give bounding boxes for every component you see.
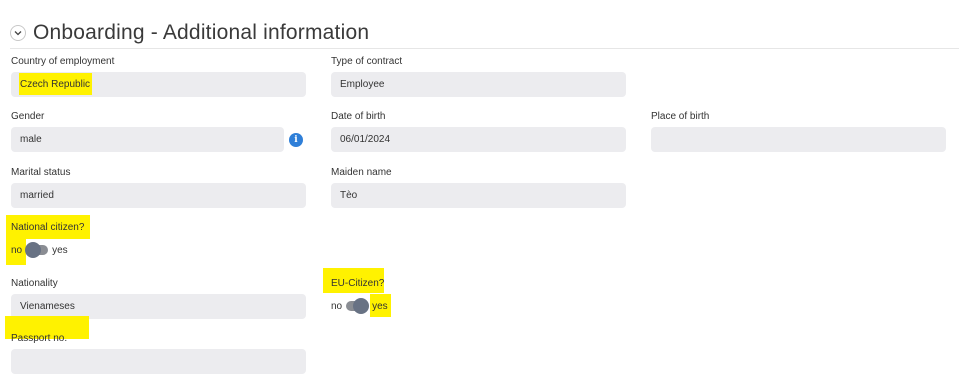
eu-on-label: yes — [372, 300, 388, 312]
section-header[interactable]: Onboarding - Additional information — [10, 18, 369, 48]
pob-field[interactable] — [651, 127, 946, 152]
eu-off-label: no — [331, 300, 343, 312]
national-switch[interactable] — [25, 242, 49, 258]
contract-label: Type of contract — [331, 56, 403, 67]
eu-label: EU-Citizen? — [331, 278, 385, 289]
maiden-label: Maiden name — [331, 167, 392, 178]
passport-label: Passport no. — [11, 333, 68, 344]
section-title: Onboarding - Additional information — [33, 21, 370, 44]
eu-toggle[interactable]: no yes — [331, 298, 388, 314]
passport-field[interactable] — [11, 349, 306, 374]
dob-field[interactable]: 06/01/2024 — [331, 127, 626, 152]
national-toggle[interactable]: no yes — [11, 242, 68, 258]
contract-field[interactable]: Employee — [331, 72, 626, 97]
country-field[interactable]: Czech Republic — [11, 72, 306, 97]
pob-label: Place of birth — [651, 111, 710, 122]
info-icon[interactable]: i — [289, 133, 303, 147]
country-value: Czech Republic — [19, 73, 93, 95]
eu-knob[interactable] — [353, 298, 370, 314]
country-label: Country of employment — [11, 56, 115, 67]
gender-label: Gender — [11, 111, 45, 122]
eu-switch[interactable] — [346, 298, 370, 314]
national-knob[interactable] — [25, 242, 42, 258]
marital-field[interactable]: married — [11, 183, 306, 208]
dob-label: Date of birth — [331, 111, 386, 122]
chevron-down-icon[interactable] — [10, 25, 26, 41]
header-divider — [10, 48, 959, 49]
national-off-label: no — [11, 244, 23, 256]
nationality-label: Nationality — [11, 278, 58, 289]
national-label: National citizen? — [11, 222, 85, 233]
national-on-label: yes — [52, 244, 68, 256]
maiden-field[interactable]: Tèo — [331, 183, 626, 208]
marital-label: Marital status — [11, 167, 71, 178]
gender-field[interactable]: male — [11, 127, 284, 152]
